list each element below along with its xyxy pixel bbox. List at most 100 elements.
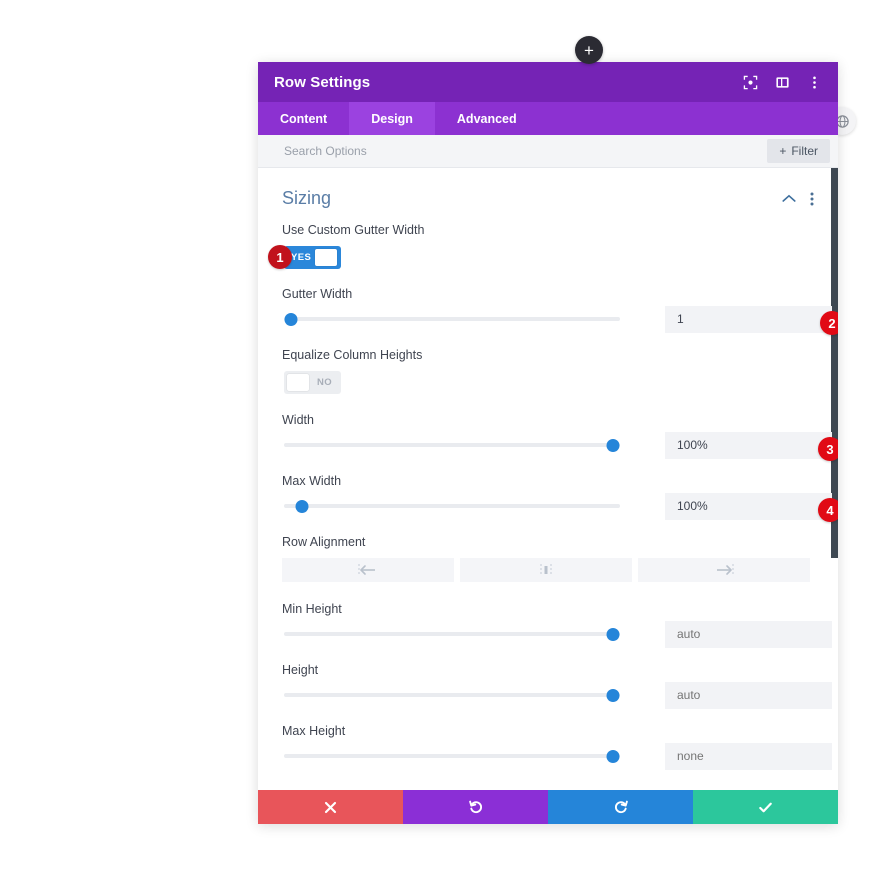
- tab-advanced[interactable]: Advanced: [435, 102, 539, 135]
- field-height: Height: [282, 663, 832, 724]
- field-label: Width: [282, 413, 314, 427]
- add-module-button[interactable]: +: [575, 36, 603, 64]
- slider-handle[interactable]: [606, 438, 620, 452]
- page-title: Row Settings: [274, 73, 371, 91]
- slider-row: 3: [282, 431, 838, 461]
- align-right-button[interactable]: [638, 558, 810, 582]
- align-center-button[interactable]: [460, 558, 632, 582]
- input-max-height[interactable]: [665, 742, 832, 770]
- more-vertical-icon[interactable]: [806, 74, 822, 90]
- slider-handle[interactable]: [606, 688, 620, 702]
- section-title: Sizing: [282, 188, 332, 208]
- redo-icon: [613, 799, 629, 815]
- filter-label: Filter: [791, 144, 818, 158]
- slider-track: [284, 754, 620, 758]
- slider-row: 4: [282, 492, 838, 522]
- toggle-knob: [287, 374, 309, 391]
- save-button[interactable]: [693, 790, 838, 824]
- slider-row: [282, 620, 832, 648]
- slider-track: [284, 504, 620, 508]
- row-settings-modal: Row Settings Content Design Advanced Sea…: [258, 62, 838, 824]
- slider-gutter-width[interactable]: [284, 310, 620, 328]
- panel-layout-icon[interactable]: [774, 74, 790, 90]
- modal-footer: [258, 790, 838, 824]
- row-alignment-group: [282, 558, 814, 582]
- section-actions: [782, 191, 814, 207]
- slider-row: [282, 681, 832, 709]
- step-badge-2: 2: [820, 311, 838, 335]
- field-width: Width 3: [282, 413, 838, 474]
- cancel-button[interactable]: [258, 790, 403, 824]
- field-label: Equalize Column Heights: [282, 348, 423, 362]
- slider-max-height[interactable]: [284, 747, 620, 765]
- align-right-icon: [711, 563, 737, 577]
- search-bar: + Filter: [258, 135, 838, 168]
- input-gutter-width[interactable]: [665, 305, 832, 333]
- filter-button[interactable]: + Filter: [767, 139, 830, 163]
- align-left-icon: [355, 563, 381, 577]
- field-label: Row Alignment: [282, 535, 366, 549]
- step-badge-4: 4: [818, 498, 838, 522]
- slider-track: [284, 443, 620, 447]
- field-label: Use Custom Gutter Width: [282, 223, 425, 237]
- scrollbar-track[interactable]: [831, 168, 838, 790]
- input-max-width[interactable]: [665, 492, 832, 520]
- field-label: Min Height: [282, 602, 342, 616]
- undo-button[interactable]: [403, 790, 548, 824]
- slider-row: 2: [282, 305, 838, 335]
- toggle-equalize-column-heights[interactable]: NO: [284, 371, 341, 394]
- tab-design[interactable]: Design: [349, 102, 435, 135]
- step-badge-3: 3: [818, 437, 838, 461]
- redo-button[interactable]: [548, 790, 693, 824]
- align-center-icon: [533, 563, 559, 577]
- tab-bar: Content Design Advanced: [258, 102, 838, 135]
- undo-icon: [468, 799, 484, 815]
- check-icon: [757, 799, 774, 816]
- header-icon-group: [742, 74, 822, 90]
- field-min-height: Min Height: [282, 602, 832, 663]
- slider-max-width[interactable]: [284, 497, 620, 515]
- slider-handle[interactable]: [284, 312, 298, 326]
- toggle-state-label: YES: [291, 252, 312, 263]
- field-max-height: Max Height: [282, 724, 832, 785]
- section-header-sizing: Sizing: [282, 168, 814, 223]
- input-min-height[interactable]: [665, 620, 832, 648]
- input-width[interactable]: [665, 431, 832, 459]
- field-label: Height: [282, 663, 319, 677]
- align-left-button[interactable]: [282, 558, 454, 582]
- plus-icon: +: [779, 144, 787, 158]
- field-label: Gutter Width: [282, 287, 353, 301]
- field-use-custom-gutter-width: Use Custom Gutter Width 1 YES: [268, 223, 814, 287]
- field-label: Max Height: [282, 724, 346, 738]
- field-max-width: Max Width 4: [282, 474, 838, 535]
- slider-handle[interactable]: [606, 749, 620, 763]
- toggle-state-label: NO: [316, 377, 332, 388]
- field-row-alignment: Row Alignment: [282, 535, 814, 602]
- tab-content[interactable]: Content: [258, 102, 349, 135]
- close-icon: [323, 800, 338, 815]
- slider-handle[interactable]: [606, 627, 620, 641]
- toggle-knob: [315, 249, 337, 266]
- slider-height[interactable]: [284, 686, 620, 704]
- toggle-use-custom-gutter-width[interactable]: YES: [284, 246, 341, 269]
- input-height[interactable]: [665, 681, 832, 709]
- slider-track: [284, 317, 620, 321]
- modal-header: Row Settings: [258, 62, 838, 102]
- slider-handle[interactable]: [295, 499, 309, 513]
- plus-icon: +: [584, 40, 594, 60]
- slider-track: [284, 693, 620, 697]
- slider-min-height[interactable]: [284, 625, 620, 643]
- search-input[interactable]: [282, 143, 768, 159]
- chevron-up-icon[interactable]: [782, 194, 796, 203]
- slider-row: [282, 742, 832, 770]
- field-equalize-column-heights: Equalize Column Heights NO: [282, 348, 814, 413]
- step-badge-1: 1: [268, 245, 292, 269]
- screen: + Row Settings Content Design Advanced S…: [0, 0, 880, 870]
- slider-track: [284, 632, 620, 636]
- field-label: Max Width: [282, 474, 342, 488]
- focus-icon[interactable]: [742, 74, 758, 90]
- slider-width[interactable]: [284, 436, 620, 454]
- more-vertical-icon[interactable]: [810, 191, 814, 207]
- field-gutter-width: Gutter Width 2: [282, 287, 838, 348]
- settings-scroll-area: Sizing Use Custom Gutter Width 1 YES Gut…: [258, 168, 838, 790]
